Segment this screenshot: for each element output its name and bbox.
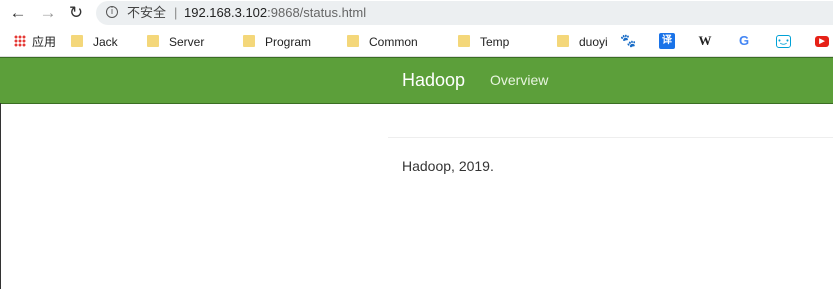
page-border [0,103,1,289]
bookmark-folder-common[interactable]: Common [347,33,418,51]
bookmark-folder-jack[interactable]: Jack [71,33,118,51]
info-icon[interactable]: i [106,6,118,18]
folder-icon [71,35,83,47]
url-host: 192.168.3.102 [184,5,268,20]
bookmark-label: Program [265,35,312,49]
bilibili-icon[interactable]: •‿• [776,35,791,48]
url-path: :9868/status.html [267,5,367,20]
bookmark-folder-program[interactable]: Program [243,33,311,51]
bookmark-label: Server [169,35,205,49]
folder-icon [243,35,255,47]
baidu-icon[interactable]: 🐾 [620,33,636,49]
footer-divider [388,137,833,138]
apps-grid-icon [14,35,26,47]
wikipedia-icon[interactable]: W [697,33,713,49]
footer-text: Hadoop, 2019. [402,158,494,174]
bookmark-folder-duoyi[interactable]: duoyi [557,33,608,51]
url-input[interactable]: i 不安全 | 192.168.3.102:9868/status.html [96,1,833,25]
back-button[interactable]: ← [7,3,29,23]
bookmarks-bar: 应用 Jack Server Program Common Temp duoyi… [0,28,833,57]
folder-icon [347,35,359,47]
folder-icon [557,35,569,47]
bookmark-folder-server[interactable]: Server [147,33,204,51]
top-navbar: Hadoop Overview [0,57,833,104]
bookmark-apps[interactable]: 应用 [14,33,56,51]
reload-button[interactable]: ↻ [65,3,87,23]
folder-icon [147,35,159,47]
bookmark-label: Jack [93,35,118,49]
forward-button[interactable]: → [37,3,59,23]
fanyi-icon[interactable]: 译 [659,33,675,49]
bookmark-label: duoyi [579,35,608,49]
bookmark-label: Common [369,35,418,49]
nav-link-overview[interactable]: Overview [490,71,548,89]
google-icon[interactable]: G [736,33,752,49]
bookmark-label: Temp [480,35,510,49]
security-label: 不安全 [127,5,167,20]
url-text[interactable]: 192.168.3.102:9868/status.html [184,4,366,22]
youtube-icon[interactable]: ▶ [815,36,829,47]
bookmark-apps-label: 应用 [32,35,57,49]
folder-icon [458,35,470,47]
separator: | [174,5,178,20]
navbar-brand[interactable]: Hadoop [402,69,465,91]
browser-address-bar: ← → ↻ i 不安全 | 192.168.3.102:9868/status.… [0,0,833,28]
bookmark-folder-temp[interactable]: Temp [458,33,509,51]
